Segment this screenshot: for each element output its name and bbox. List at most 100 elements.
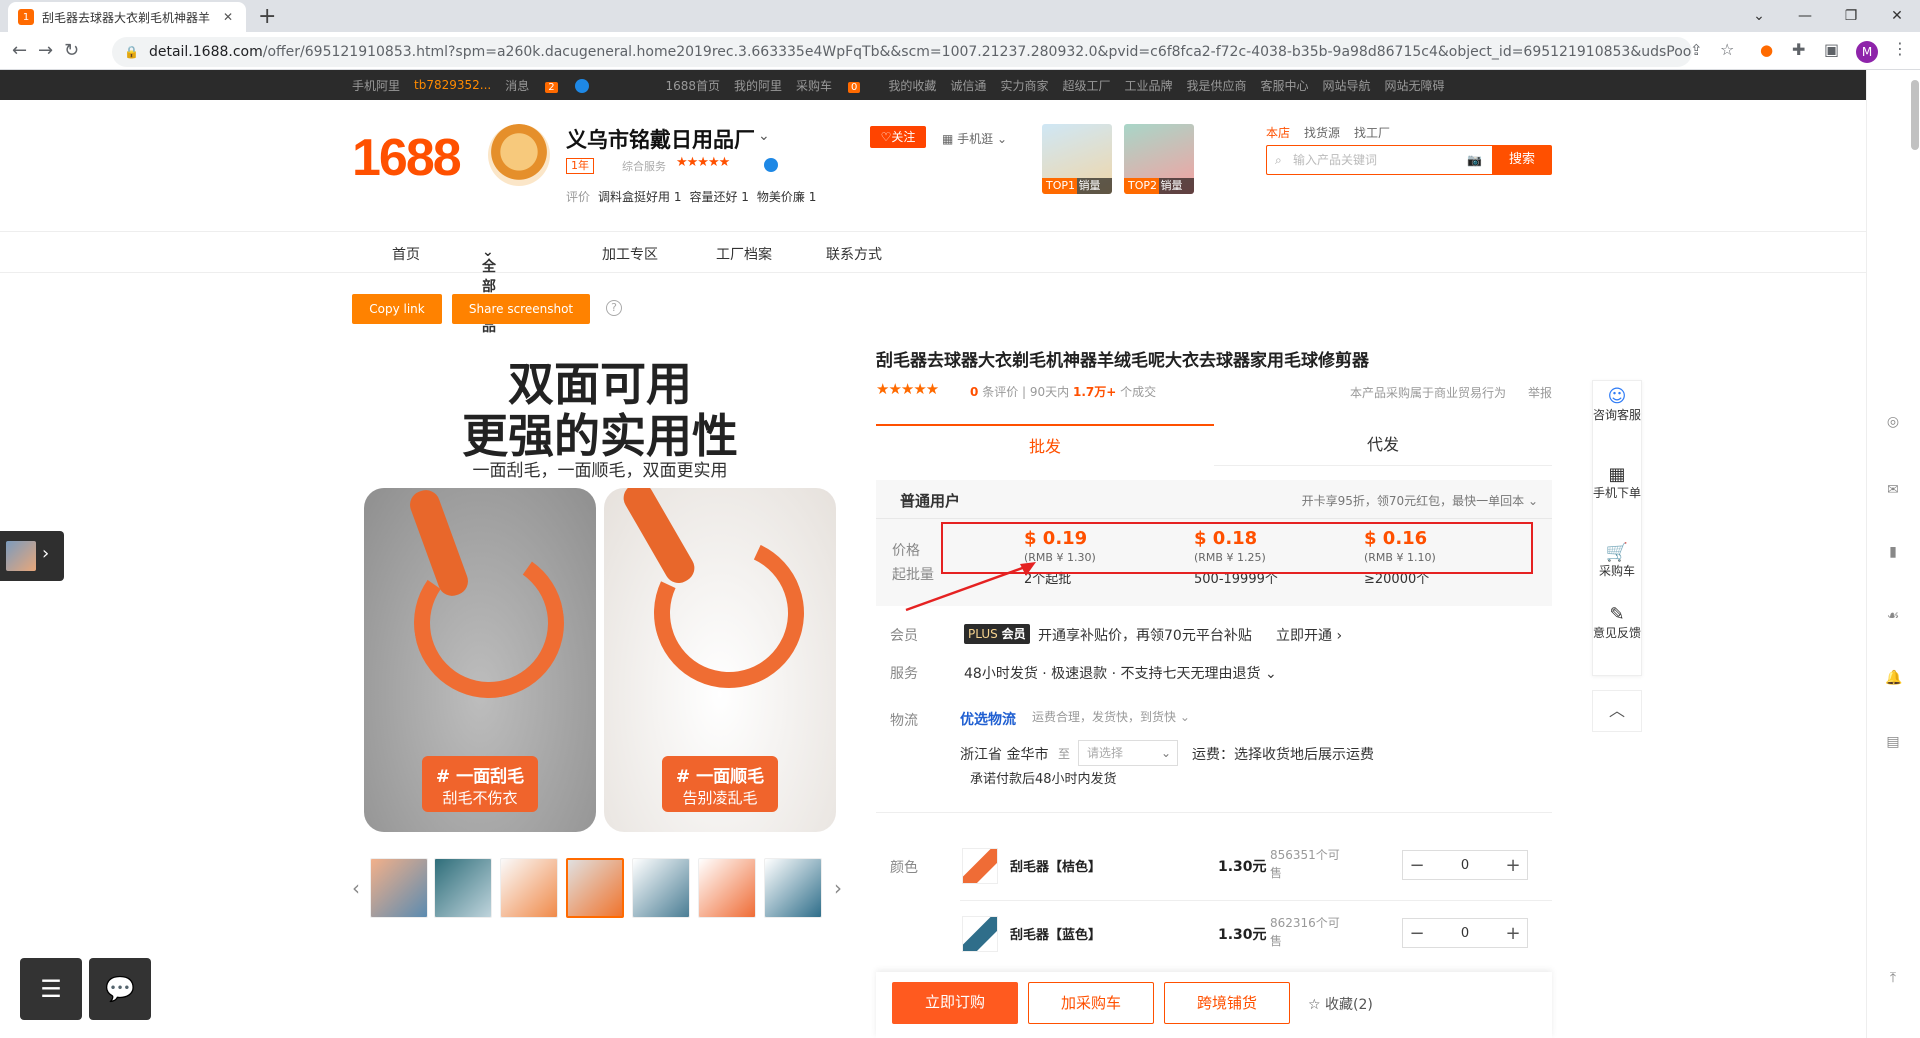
cross-border-button[interactable]: 跨境铺货: [1164, 982, 1290, 1024]
chevron-right-icon[interactable]: ›: [834, 876, 842, 900]
thumbnail[interactable]: [500, 858, 558, 918]
decrement-button[interactable]: −: [1403, 855, 1431, 876]
member-open-link[interactable]: 立即开通 ›: [1276, 625, 1342, 645]
reload-icon[interactable]: ↻: [64, 40, 79, 61]
topbar-service-center[interactable]: 客服中心: [1261, 77, 1309, 94]
sku-thumbnail[interactable]: [962, 916, 998, 952]
page-scrollbar-thumb[interactable]: [1911, 80, 1919, 150]
shop-nav-processing[interactable]: 加工专区: [602, 244, 658, 264]
topbar-my-ali[interactable]: 我的阿里: [734, 77, 782, 94]
top2-product-thumb[interactable]: TOP2 销量: [1124, 124, 1194, 194]
chevron-down-icon[interactable]: ⌄: [758, 128, 770, 144]
main-product-image[interactable]: 双面可用 更强的实用性 一面刮毛，一面顺毛，双面更实用 # 一面刮毛 刮毛不伤衣 …: [352, 344, 848, 840]
shop-nav-all-products[interactable]: 全部商品 ⌄: [482, 244, 496, 335]
copy-link-button[interactable]: Copy link: [352, 294, 442, 324]
shop-nav-factory-profile[interactable]: 工厂档案: [716, 244, 772, 264]
quantity-input[interactable]: 0: [1431, 926, 1499, 941]
destination-select[interactable]: 请选择 ⌄: [1078, 740, 1178, 766]
new-tab-button[interactable]: +: [258, 4, 276, 29]
thumbnail[interactable]: [764, 858, 822, 918]
help-icon[interactable]: ?: [606, 300, 622, 316]
top1-product-thumb[interactable]: TOP1 销量: [1042, 124, 1112, 194]
shop-search-input[interactable]: ⌕ 输入产品关键词 📷: [1266, 145, 1492, 175]
topbar-favorites[interactable]: 我的收藏: [888, 77, 936, 94]
floating-cart-button[interactable]: 🛒 采购车: [1593, 544, 1641, 579]
chevron-left-icon[interactable]: ‹: [352, 876, 360, 900]
thumbnail[interactable]: [632, 858, 690, 918]
search-button[interactable]: 搜索: [1492, 145, 1552, 175]
close-tab-icon[interactable]: ✕: [220, 10, 236, 24]
back-icon[interactable]: ←: [12, 40, 27, 61]
chrome-menu-icon[interactable]: ⋮: [1892, 39, 1908, 58]
minimize-button[interactable]: —: [1782, 0, 1828, 32]
increment-button[interactable]: +: [1499, 855, 1527, 876]
topbar-site-nav[interactable]: 网站导航: [1323, 77, 1371, 94]
search-tab-factory[interactable]: 找工厂: [1354, 124, 1390, 141]
extension-1688-icon[interactable]: ●: [1760, 41, 1773, 59]
thumbnail[interactable]: [434, 858, 492, 918]
topbar-messages[interactable]: 消息 2: [505, 77, 603, 94]
quantity-input[interactable]: 0: [1431, 858, 1499, 873]
topbar-industrial-brand[interactable]: 工业品牌: [1124, 77, 1172, 94]
shop-name[interactable]: 义乌市铭戴日用品厂: [566, 124, 755, 154]
thumbnail[interactable]: [566, 858, 624, 918]
shop-avatar[interactable]: [488, 124, 550, 186]
topbar-strong-merchant[interactable]: 实力商家: [1000, 77, 1048, 94]
favorite-button[interactable]: ☆ 收藏(2): [1308, 994, 1373, 1014]
side-mail-icon[interactable]: ✉: [1885, 482, 1901, 498]
search-tab-this-shop[interactable]: 本店: [1266, 124, 1290, 141]
browser-tab[interactable]: 1 刮毛器去球器大衣剃毛机神器羊 ✕: [8, 2, 246, 32]
side-list-icon[interactable]: ▤: [1885, 734, 1901, 750]
mobile-order-button[interactable]: ▦ 手机下单: [1593, 466, 1641, 501]
bookmark-star-icon[interactable]: ☆: [1720, 40, 1734, 59]
scroll-top-button[interactable]: ︿: [1592, 690, 1642, 732]
chat-button[interactable]: 💬: [89, 958, 151, 1020]
topbar-mobile-ali[interactable]: 手机阿里: [352, 77, 400, 94]
mobile-shop-link[interactable]: ▦ 手机逛 ⌄: [942, 130, 1007, 147]
tab-search-icon[interactable]: ⌄: [1736, 0, 1782, 32]
topbar-home[interactable]: 1688首页: [665, 77, 720, 94]
profile-avatar[interactable]: M: [1856, 41, 1878, 63]
search-tab-source[interactable]: 找货源: [1304, 124, 1340, 141]
side-bell-icon[interactable]: 🔔: [1885, 670, 1902, 686]
close-window-button[interactable]: ✕: [1874, 0, 1920, 32]
sku-thumbnail[interactable]: [962, 848, 998, 884]
increment-button[interactable]: +: [1499, 923, 1527, 944]
topbar-supplier[interactable]: 我是供应商: [1186, 77, 1246, 94]
forward-icon[interactable]: →: [38, 40, 53, 61]
share-icon[interactable]: ⇪: [1690, 41, 1703, 59]
side-bookmark-icon[interactable]: ▮: [1885, 544, 1901, 560]
side-footprint-icon[interactable]: ☙: [1885, 608, 1901, 624]
shop-nav-home[interactable]: 首页: [392, 244, 420, 264]
follow-button[interactable]: ♡关注: [870, 126, 926, 148]
side-panel-icon[interactable]: ▣: [1824, 40, 1839, 59]
side-target-icon[interactable]: ◎: [1885, 414, 1901, 430]
camera-icon[interactable]: 📷: [1467, 146, 1482, 174]
tab-dropship[interactable]: 代发: [1214, 424, 1552, 466]
topbar-accessibility[interactable]: 网站无障碍: [1385, 77, 1445, 94]
menu-stack-button[interactable]: ☰: [20, 958, 82, 1020]
restore-button[interactable]: ❐: [1828, 0, 1874, 32]
feedback-button[interactable]: ✎ 意见反馈: [1593, 606, 1641, 641]
report-link[interactable]: 举报: [1528, 384, 1552, 401]
add-to-cart-button[interactable]: 加采购车: [1028, 982, 1154, 1024]
topbar-username[interactable]: tb7829352...: [414, 78, 491, 92]
logistics-sub[interactable]: 运费合理，发货快，到货快 ⌄: [1032, 708, 1190, 725]
shop-nav-contact[interactable]: 联系方式: [826, 244, 882, 264]
review-count[interactable]: 0: [970, 385, 978, 399]
topbar-super-factory[interactable]: 超级工厂: [1062, 77, 1110, 94]
membership-promo[interactable]: 开卡享95折，领70元红包，最快一单回本 ⌄: [1302, 492, 1538, 509]
thumbnail[interactable]: [370, 858, 428, 918]
consult-service-button[interactable]: ☺ 咨询客服: [1593, 388, 1641, 423]
service-text[interactable]: 48小时发货 · 极速退款 · 不支持七天无理由退货 ⌄: [964, 663, 1277, 683]
topbar-cart[interactable]: 采购车 0: [796, 77, 874, 94]
1688-logo[interactable]: 1688: [352, 128, 462, 188]
extensions-puzzle-icon[interactable]: ✚: [1792, 40, 1805, 59]
decrement-button[interactable]: −: [1403, 923, 1431, 944]
tab-wholesale[interactable]: 批发: [876, 424, 1214, 466]
topbar-chengxintong[interactable]: 诚信通: [950, 77, 986, 94]
thumbnail[interactable]: [698, 858, 756, 918]
share-screenshot-button[interactable]: Share screenshot: [452, 294, 590, 324]
side-to-top-icon[interactable]: ⤒: [1885, 970, 1901, 986]
buy-now-button[interactable]: 立即订购: [892, 982, 1018, 1024]
